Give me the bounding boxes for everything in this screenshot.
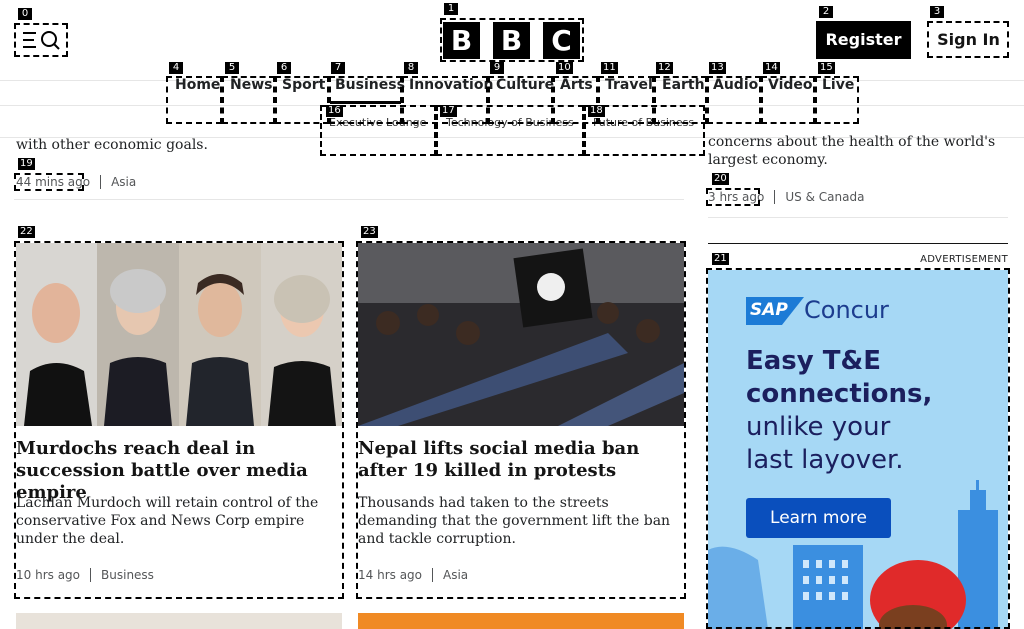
divider [708,243,1008,244]
story-image [358,613,684,629]
marker: 10 [556,62,573,74]
marker: 5 [225,62,239,74]
marker: 23 [361,226,378,238]
divider [708,217,1008,218]
marker: 3 [930,6,944,18]
marker: 14 [763,62,780,74]
story-snippet: with other economic goals. [16,137,208,153]
story-section[interactable]: US & Canada [785,190,864,204]
marker: 0 [18,8,32,20]
marker: 13 [709,62,726,74]
story-section[interactable]: Asia [111,175,136,189]
register-button[interactable]: Register [816,21,911,59]
story-snippet-line2: largest economy. [708,152,828,168]
marker: 1 [444,3,458,15]
marker: 12 [656,62,673,74]
advertisement-label: ADVERTISEMENT [920,254,1008,265]
marker: 15 [818,62,835,74]
marker: 16 [326,105,343,117]
marker: 19 [18,158,35,170]
marker: 2 [819,6,833,18]
marker: 20 [712,173,729,185]
marker: 6 [277,62,291,74]
story-snippet-line1: concerns about the health of the world's [708,134,996,150]
marker: 9 [490,62,504,74]
marker: 18 [588,105,605,117]
marker: 17 [440,105,457,117]
marker: 7 [331,62,345,74]
marker: 21 [712,253,729,265]
marker: 22 [18,226,35,238]
story-image [16,613,342,629]
marker: 8 [404,62,418,74]
divider [14,199,684,200]
marker: 4 [169,62,183,74]
marker: 11 [601,62,618,74]
